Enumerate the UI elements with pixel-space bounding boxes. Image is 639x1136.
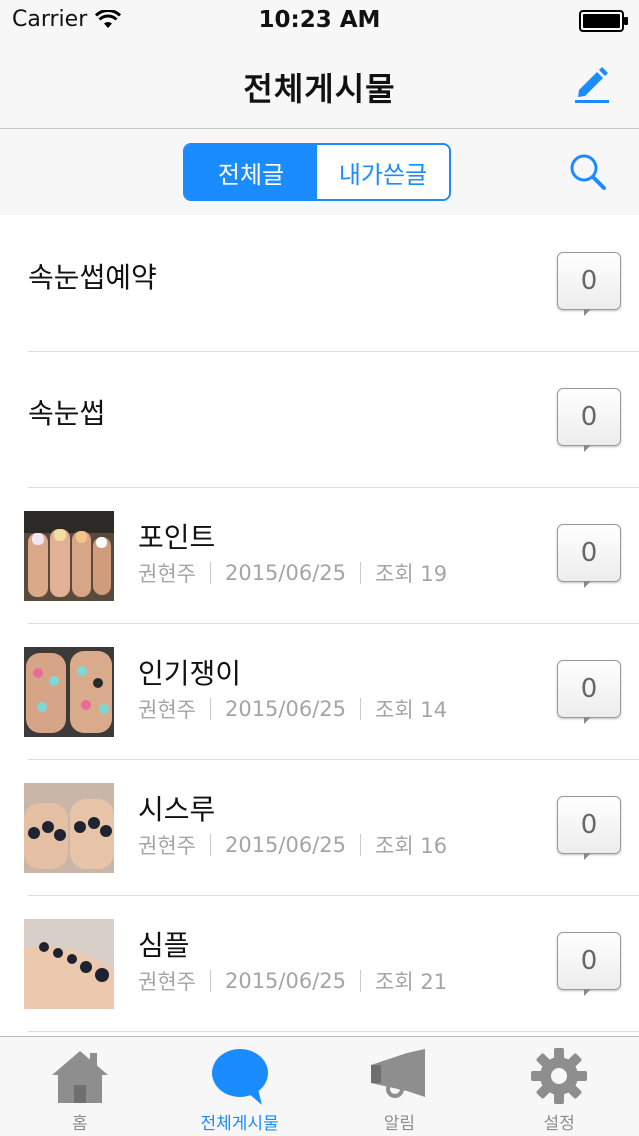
post-date: 2015/06/25: [224, 561, 347, 585]
gear-icon: [531, 1048, 588, 1104]
comment-count-badge: 0: [557, 660, 621, 724]
home-icon: [51, 1051, 108, 1103]
post-thumbnail: [24, 783, 114, 873]
post-meta: 권현주 2015/06/25 조회 21: [138, 966, 447, 996]
post-title: 시스루: [138, 793, 216, 826]
post-author: 권현주: [138, 970, 196, 994]
post-author: 권현주: [138, 834, 196, 858]
meta-divider: [360, 834, 362, 856]
post-meta: 권현주 2015/06/25 조회 16: [138, 830, 447, 860]
comment-count-badge: 0: [557, 252, 621, 316]
tab-label: 알림: [383, 1114, 416, 1134]
comment-count-badge: 0: [557, 932, 621, 996]
post-list: 속눈썹예약 0 속눈썹 0 포인트 권현주 2015/06/25 조회 19 0…: [0, 216, 639, 1032]
comment-count-badge: 0: [557, 796, 621, 860]
tab-bar: 홈 전체게시물 알림 설정: [0, 1036, 639, 1136]
tab-label: 전체게시물: [200, 1114, 279, 1134]
post-thumbnail: [24, 647, 114, 737]
segmented-control: 전체글 내가쓴글: [183, 143, 451, 201]
compose-button[interactable]: [571, 62, 613, 104]
post-row[interactable]: 속눈썹예약 0: [28, 216, 639, 352]
screen: Carrier 10:23 AM 전체게시물 전체글 내가쓴글 속눈썹예약 0 …: [0, 0, 639, 1136]
post-title: 포인트: [138, 521, 216, 554]
segment-my-posts[interactable]: 내가쓴글: [317, 145, 449, 199]
status-bar: Carrier 10:23 AM: [0, 0, 639, 42]
battery-icon: [579, 10, 629, 32]
post-row[interactable]: 인기쟁이 권현주 2015/06/25 조회 14 0: [24, 624, 639, 760]
megaphone-icon: [371, 1049, 426, 1098]
tab-label: 설정: [543, 1114, 575, 1134]
post-date: 2015/06/25: [224, 697, 347, 721]
post-thumbnail: [24, 919, 114, 1009]
meta-divider: [209, 970, 211, 992]
post-author: 권현주: [138, 698, 196, 722]
page-title: 전체게시물: [243, 70, 396, 108]
tab-notifications[interactable]: 알림: [320, 1037, 480, 1136]
post-meta: 권현주 2015/06/25 조회 19: [138, 558, 447, 588]
post-views: 조회 16: [375, 834, 448, 858]
post-title: 속눈썹예약: [28, 261, 157, 294]
post-row[interactable]: 포인트 권현주 2015/06/25 조회 19 0: [24, 488, 639, 624]
meta-divider: [360, 970, 362, 992]
comment-count-badge: 0: [557, 388, 621, 452]
navigation-bar: 전체게시물: [0, 42, 639, 129]
post-views: 조회 14: [375, 698, 448, 722]
segment-all-posts[interactable]: 전체글: [185, 145, 317, 199]
tab-settings[interactable]: 설정: [479, 1037, 639, 1136]
tab-home[interactable]: 홈: [0, 1037, 160, 1136]
search-icon: [570, 154, 606, 190]
filter-bar: 전체글 내가쓴글: [0, 129, 639, 215]
post-row[interactable]: 시스루 권현주 2015/06/25 조회 16 0: [24, 760, 639, 896]
tab-all-posts[interactable]: 전체게시물: [160, 1037, 320, 1136]
post-date: 2015/06/25: [224, 969, 347, 993]
post-title: 인기쟁이: [138, 657, 242, 690]
post-title: 심플: [138, 929, 190, 962]
post-title: 속눈썹: [28, 397, 106, 430]
post-author: 권현주: [138, 562, 196, 586]
tab-label: 홈: [72, 1114, 88, 1134]
post-row[interactable]: 속눈썹 0: [28, 352, 639, 488]
status-time: 10:23 AM: [258, 7, 381, 33]
pencil-icon: [575, 67, 609, 103]
post-meta: 권현주 2015/06/25 조회 14: [138, 694, 447, 724]
meta-divider: [209, 834, 211, 856]
post-views: 조회 19: [375, 562, 448, 586]
post-thumbnail: [24, 511, 114, 601]
post-date: 2015/06/25: [224, 833, 347, 857]
post-views: 조회 21: [375, 970, 448, 994]
comment-count-badge: 0: [557, 524, 621, 588]
meta-divider: [209, 698, 211, 720]
meta-divider: [360, 698, 362, 720]
meta-divider: [360, 562, 362, 584]
meta-divider: [209, 562, 211, 584]
search-button[interactable]: [567, 151, 609, 193]
post-row[interactable]: 심플 권현주 2015/06/25 조회 21 0: [24, 896, 639, 1032]
speech-bubble-icon: [211, 1049, 268, 1105]
